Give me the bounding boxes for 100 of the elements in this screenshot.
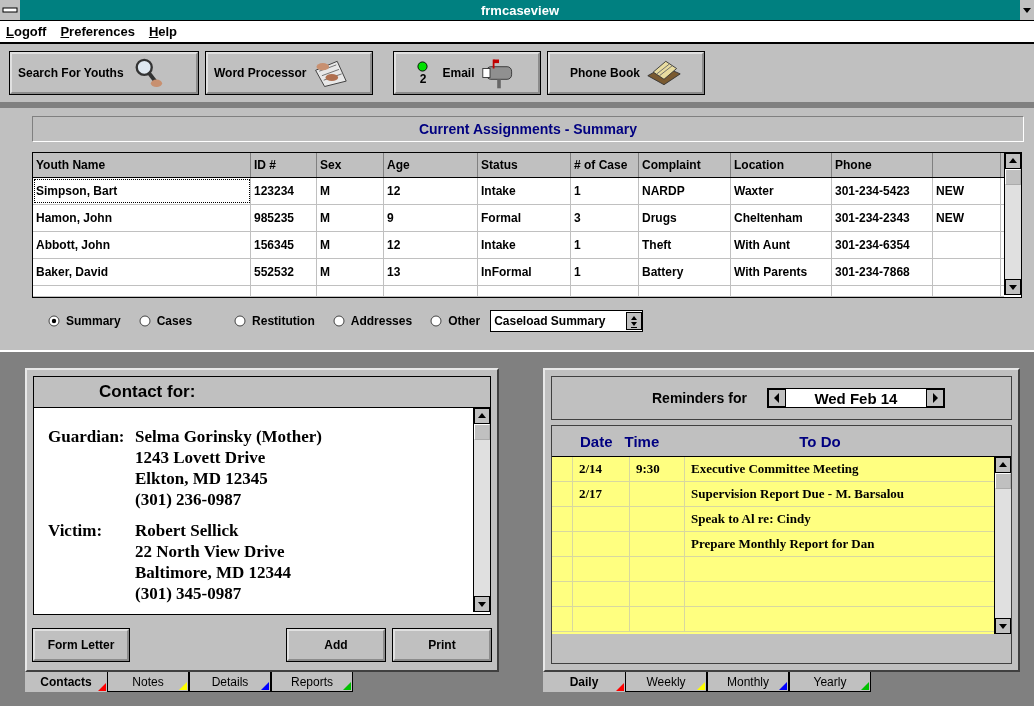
table-cell: Formal	[478, 205, 571, 231]
scroll-down-icon[interactable]	[995, 618, 1011, 634]
scroll-down-icon[interactable]	[1005, 279, 1021, 295]
table-cell: NEW	[933, 178, 1001, 204]
scroll-thumb[interactable]	[995, 473, 1011, 489]
toolbar-button[interactable]: 2 Email	[394, 52, 540, 94]
action-button[interactable]: Form Letter	[33, 629, 129, 661]
section-title: Current Assignments - Summary	[32, 116, 1024, 142]
scroll-thumb[interactable]	[1005, 169, 1021, 185]
contact-line: 22 North View Drive	[135, 541, 285, 562]
button-label: Search For Youths	[18, 66, 124, 80]
radio-label: Summary	[66, 314, 121, 328]
column-header[interactable]: Sex	[317, 153, 384, 177]
tab[interactable]: Details	[189, 672, 271, 692]
dropdown-field[interactable]: Caseload Summary	[490, 310, 643, 332]
scroll-up-icon[interactable]	[474, 408, 490, 424]
table-cell: 156345	[251, 232, 317, 258]
action-button[interactable]: Add	[287, 629, 385, 661]
table-cell: 1	[571, 232, 639, 258]
button-label: Email	[442, 66, 475, 80]
table-cell: 123234	[251, 178, 317, 204]
table-cell: Drugs	[639, 205, 731, 231]
table-cell: M	[317, 232, 384, 258]
tab[interactable]: Monthly	[707, 672, 789, 692]
scroll-thumb[interactable]	[474, 424, 490, 440]
contact-line: (301) 236-0987	[135, 489, 242, 510]
tab[interactable]: Notes	[107, 672, 189, 692]
table-cell: Waxter	[731, 178, 832, 204]
menu-item[interactable]: Logoff	[6, 24, 47, 39]
table-cell: 9:30	[630, 457, 685, 481]
column-header[interactable]: Status	[478, 153, 571, 177]
table-cell: With Aunt	[731, 232, 832, 258]
keyboard-icon	[312, 57, 349, 89]
column-header[interactable]: Phone	[832, 153, 933, 177]
system-menu-icon[interactable]	[0, 0, 20, 20]
table-cell: InFormal	[478, 259, 571, 285]
radio-option[interactable]: Other	[430, 314, 481, 328]
radio-icon[interactable]	[430, 315, 443, 327]
scrollbar[interactable]	[1004, 153, 1021, 295]
table-cell: M	[317, 259, 384, 285]
radio-icon[interactable]	[234, 315, 247, 327]
tab[interactable]: Yearly	[789, 672, 871, 692]
scroll-down-icon[interactable]	[474, 596, 490, 612]
table-cell: 9	[384, 205, 478, 231]
table-cell: Theft	[639, 232, 731, 258]
table-cell: 301-234-6354	[832, 232, 933, 258]
table-cell: With Parents	[731, 259, 832, 285]
column-header[interactable]: # of Case	[571, 153, 639, 177]
scroll-up-icon[interactable]	[1005, 153, 1021, 169]
table-cell: 301-234-2343	[832, 205, 933, 231]
contact-role: Guardian:	[48, 426, 126, 448]
radio-label: Addresses	[350, 314, 413, 328]
radio-option[interactable]: Restitution	[234, 314, 315, 328]
radio-label: Cases	[156, 314, 193, 328]
radio-option[interactable]: Addresses	[332, 314, 413, 328]
mail-count: 2	[419, 71, 427, 86]
table-cell: Intake	[478, 232, 571, 258]
table-cell: 301-234-5423	[832, 178, 933, 204]
maximize-icon[interactable]	[1020, 0, 1034, 20]
table-cell: 12	[384, 178, 478, 204]
radio-option[interactable]: Cases	[138, 314, 193, 328]
table-cell: 2/17	[573, 482, 630, 506]
column-header[interactable]: Youth Name	[33, 153, 251, 177]
table-cell-text: Speak to Al re: Cindy	[690, 510, 812, 528]
column-header: Time	[624, 432, 660, 450]
column-header[interactable]: ID #	[251, 153, 317, 177]
menu-item[interactable]: Preferences	[60, 24, 135, 39]
radio-icon[interactable]	[138, 315, 151, 327]
table-cell: 13	[384, 259, 478, 285]
radio-icon[interactable]	[332, 315, 345, 327]
tab[interactable]: Weekly	[625, 672, 707, 692]
tab[interactable]: Contacts	[25, 672, 107, 692]
table-cell: Battery	[639, 259, 731, 285]
column-header[interactable]: Location	[731, 153, 832, 177]
table-cell: Baker, David	[33, 259, 251, 285]
scrollbar[interactable]	[994, 457, 1011, 634]
table-cell: M	[317, 178, 384, 204]
tab[interactable]: Reports	[271, 672, 353, 692]
button-label: Phone Book	[570, 66, 640, 80]
toolbar-button[interactable]: Search For Youths	[10, 52, 198, 94]
toolbar-button[interactable]: Phone Book	[548, 52, 704, 94]
table-cell: 301-234-7868	[832, 259, 933, 285]
scrollbar[interactable]	[473, 408, 490, 612]
toolbar-button[interactable]: Word Processor	[206, 52, 372, 94]
table-cell: M	[317, 205, 384, 231]
table-cell: Cheltenham	[731, 205, 832, 231]
menu-item[interactable]: Help	[148, 24, 178, 39]
radio-label: Restitution	[252, 314, 315, 328]
radio-option[interactable]: Summary	[48, 314, 121, 328]
column-header: To Do	[799, 432, 841, 450]
scroll-up-icon[interactable]	[995, 457, 1011, 473]
column-header[interactable]: Age	[384, 153, 478, 177]
tab[interactable]: Daily	[543, 672, 625, 692]
contact-line: 1243 Lovett Drive	[135, 447, 266, 468]
table-cell: 2/14	[573, 457, 630, 481]
action-button[interactable]: Print	[393, 629, 491, 661]
column-header[interactable]: Complaint	[639, 153, 731, 177]
table-cell-text: Executive Committee Meeting	[690, 460, 860, 478]
radio-icon[interactable]	[48, 315, 60, 327]
contact-line: Robert Sellick	[135, 520, 239, 541]
